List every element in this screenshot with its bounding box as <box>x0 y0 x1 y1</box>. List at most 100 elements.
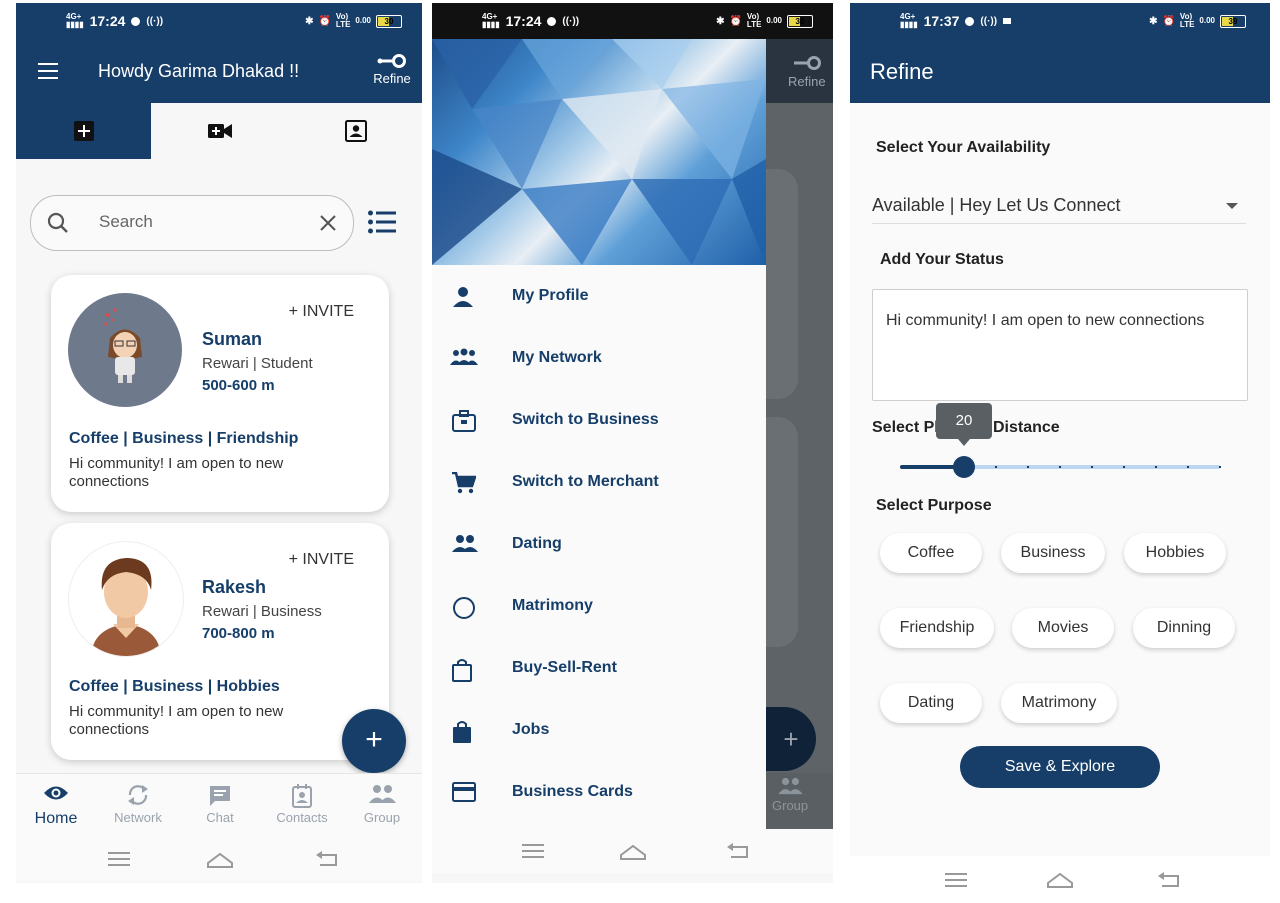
nav-contacts[interactable]: Contacts <box>262 784 342 825</box>
purpose-label: Select Purpose <box>876 497 992 514</box>
invite-button[interactable]: + INVITE <box>289 303 354 321</box>
back-key-icon[interactable] <box>316 851 338 867</box>
drawer-screen: 4G+ ▮▮▮▮ 17:24 ((·)) ✱ ⏰ Vo) LTE 0.00 30 Refine … <box>432 3 833 883</box>
purpose-chip-dating[interactable]: Dating <box>880 683 982 723</box>
availability-value: Available | Hey Let Us Connect <box>872 195 1121 215</box>
drawer-item-switch-merchant[interactable]: Switch to Merchant <box>432 460 766 506</box>
video-add-icon <box>207 124 232 138</box>
tab-video[interactable] <box>152 103 287 159</box>
dropdown-arrow-icon <box>1226 203 1238 209</box>
purpose-chip-dinning[interactable]: Dinning <box>1133 608 1235 648</box>
drawer-item-switch-business[interactable]: Switch to Business <box>432 398 766 444</box>
invite-button[interactable]: + INVITE <box>289 551 354 569</box>
slider-tick <box>1091 466 1093 468</box>
network-icon <box>450 348 478 365</box>
cart-icon <box>452 472 476 494</box>
availability-dropdown[interactable]: Available | Hey Let Us Connect <box>872 191 1246 224</box>
drawer-item-buy-sell-rent[interactable]: Buy-Sell-Rent <box>432 646 766 692</box>
page-title: Refine <box>870 59 934 84</box>
shopping-bag-icon <box>452 659 472 682</box>
clock: 17:37 <box>923 13 960 29</box>
slider-tick <box>995 466 997 468</box>
slider-tick <box>1187 466 1189 468</box>
briefcase-icon <box>452 410 476 432</box>
jobs-bag-icon <box>453 721 471 743</box>
nav-group-dimmed: Group <box>772 777 808 813</box>
menu-key-icon[interactable] <box>945 872 967 888</box>
drawer-item-matrimony[interactable]: Matrimony <box>432 584 766 630</box>
system-nav <box>432 829 833 873</box>
ring-icon <box>453 597 475 619</box>
purpose-chip-business[interactable]: Business <box>1001 533 1105 573</box>
nav-drawer: My Profile My Network Switch to Business… <box>432 39 766 829</box>
search-input[interactable]: Search <box>30 195 354 251</box>
eye-icon <box>44 786 68 800</box>
distance-slider[interactable] <box>900 456 1221 478</box>
profile-status: Hi community! I am open to new connectio… <box>69 703 284 738</box>
drawer-item-dating[interactable]: Dating <box>432 522 766 568</box>
list-view-icon[interactable] <box>368 210 396 234</box>
distance-value-tooltip: 20 <box>936 403 992 446</box>
drawer-item-jobs[interactable]: Jobs <box>432 708 766 754</box>
drawer-header-image <box>432 39 766 265</box>
tab-bar <box>16 103 422 159</box>
menu-key-icon[interactable] <box>522 843 544 859</box>
drawer-item-business-cards[interactable]: Business Cards <box>432 770 766 816</box>
nav-home[interactable]: Home <box>16 784 96 828</box>
group-icon <box>369 785 396 803</box>
profile-card[interactable]: + INVITE Rakesh Rewari | Business 700-80… <box>51 523 389 760</box>
purpose-chip-matrimony[interactable]: Matrimony <box>1001 683 1117 723</box>
availability-label: Select Your Availability <box>876 139 1051 156</box>
home-screen: 4G+ ▮▮▮▮ 17:24 ((·)) ✱ ⏰ Vo) LTE 0.00 30 Howdy G… <box>16 3 422 883</box>
contact-card-icon <box>344 120 367 142</box>
nav-group[interactable]: Group <box>342 784 422 825</box>
nav-network[interactable]: Network <box>98 784 178 825</box>
profile-status: Hi community! I am open to new connectio… <box>69 455 284 490</box>
clear-icon[interactable] <box>319 214 337 232</box>
tab-contact[interactable] <box>288 103 422 159</box>
clock: 17:24 <box>89 13 126 29</box>
tab-add[interactable] <box>16 103 151 159</box>
greeting-title: Howdy Garima Dhakad !! <box>98 61 300 81</box>
save-explore-button[interactable]: Save & Explore <box>960 746 1160 788</box>
slider-thumb[interactable] <box>953 456 975 478</box>
profile-distance: 500-600 m <box>202 377 275 394</box>
sync-icon <box>128 785 148 805</box>
hamburger-menu-icon[interactable] <box>38 63 58 84</box>
purpose-chip-coffee[interactable]: Coffee <box>880 533 982 573</box>
slider-tick <box>1059 466 1061 468</box>
slider-tick <box>1123 466 1125 468</box>
home-key-icon[interactable] <box>1046 871 1074 889</box>
battery-icon: 39 <box>1220 14 1246 28</box>
refine-button[interactable]: Refine <box>370 53 414 86</box>
drawer-item-my-network[interactable]: My Network <box>432 336 766 382</box>
man-avatar-icon <box>91 558 161 656</box>
battery-icon: 30 <box>787 14 813 28</box>
nav-chat[interactable]: Chat <box>180 784 260 825</box>
purpose-chip-friendship[interactable]: Friendship <box>880 608 994 648</box>
add-fab-button[interactable]: + <box>342 709 406 773</box>
profile-card[interactable]: + INVITE Suman Rewari | Student 500-600 … <box>51 275 389 512</box>
status-bar: 4G+ ▮▮▮▮ 17:24 ((·)) ✱ ⏰ Vo) LTE 0.00 30 <box>432 3 833 39</box>
drawer-scrim[interactable]: Refine + Group <box>766 39 833 829</box>
menu-key-icon[interactable] <box>108 851 130 867</box>
home-key-icon[interactable] <box>206 851 234 869</box>
purpose-chip-hobbies[interactable]: Hobbies <box>1124 533 1226 573</box>
drawer-item-my-profile[interactable]: My Profile <box>432 274 766 320</box>
profile-meta: Rewari | Student <box>202 355 313 372</box>
back-key-icon[interactable] <box>727 843 749 859</box>
search-icon <box>47 212 68 233</box>
back-key-icon[interactable] <box>1158 872 1180 888</box>
app-bar: Howdy Garima Dhakad !! Refine <box>16 39 422 103</box>
status-textarea[interactable]: Hi community! I am open to new connectio… <box>872 289 1248 401</box>
chat-icon <box>210 786 230 806</box>
bottom-nav: Home Network Chat Contacts Group <box>16 773 422 838</box>
home-key-icon[interactable] <box>619 843 647 861</box>
key-icon <box>377 54 406 68</box>
people-icon <box>452 535 478 552</box>
battery-icon: 30 <box>376 14 402 28</box>
refine-screen: 4G+ ▮▮▮▮ 17:37 ((·)) ✱ ⏰ Vo) LTE 0.00 39 Refine … <box>850 3 1270 856</box>
profile-distance: 700-800 m <box>202 625 275 642</box>
purpose-chip-movies[interactable]: Movies <box>1012 608 1114 648</box>
add-fab-dimmed: + <box>766 707 816 771</box>
